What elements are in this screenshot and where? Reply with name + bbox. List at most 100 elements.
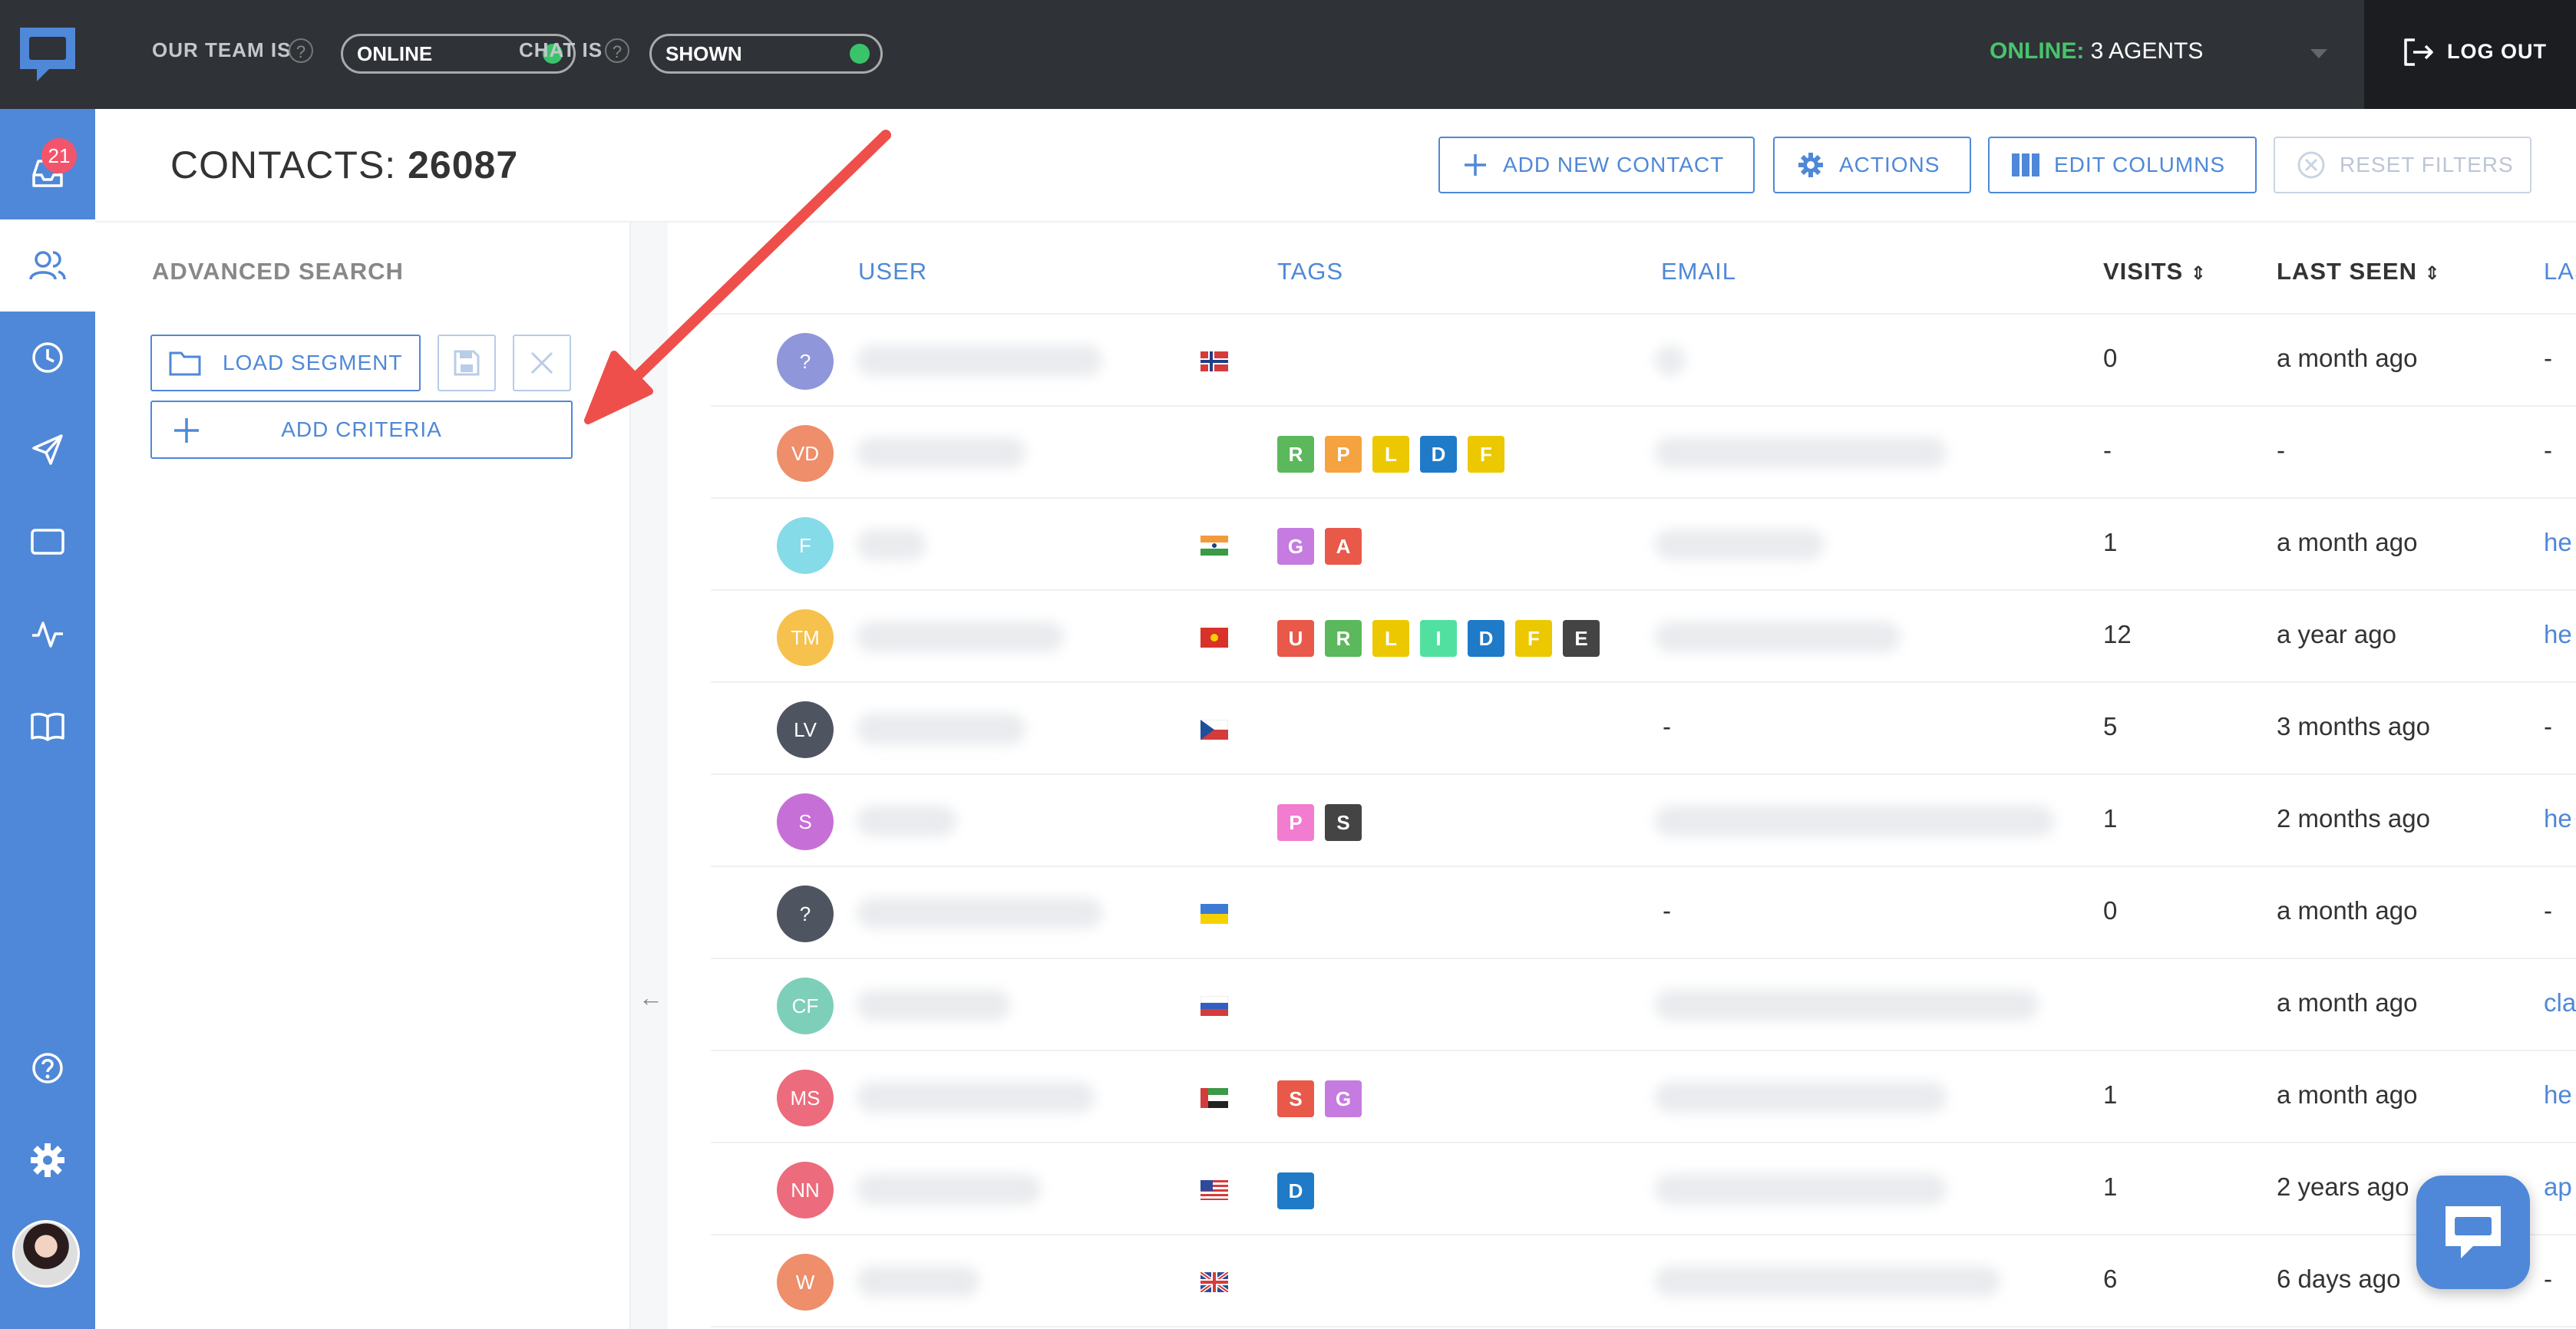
online-label: ONLINE: [1990,38,2085,64]
sidebar-item-send[interactable] [0,404,95,496]
app-logo[interactable] [0,0,95,109]
chat-status-toggle[interactable]: SHOWN [649,34,883,74]
sidebar-item-settings[interactable] [0,1114,95,1206]
columns-icon [2012,153,2039,176]
contact-avatar: ? [777,333,834,390]
tag-badge[interactable]: R [1277,436,1314,473]
contact-name-redacted[interactable] [857,437,1025,468]
reset-filters-button[interactable]: RESET FILTERS [2274,137,2531,193]
tag-badge[interactable]: D [1420,436,1457,473]
table-row[interactable]: CF a month ago cla [711,959,2576,1051]
table-row[interactable]: NN D 1 2 years ago ap [711,1143,2576,1235]
screen-icon [31,529,64,555]
add-criteria-button[interactable]: ADD CRITERIA [150,401,573,459]
contact-last-seen: a month ago [2277,528,2418,556]
user-avatar[interactable] [12,1220,80,1288]
tag-badge[interactable]: U [1277,620,1314,657]
country-flag-icon [1200,628,1228,648]
contact-visits: 0 [2103,896,2118,925]
tag-badge[interactable]: D [1468,620,1504,657]
tag-badge[interactable]: E [1563,620,1600,657]
sidebar-item-activity[interactable] [0,588,95,680]
topbar: OUR TEAM IS ? ONLINE CHAT IS ? SHOWN ONL… [95,0,2576,109]
tag-badge[interactable]: A [1325,528,1362,565]
column-header-last[interactable]: LAS [2544,258,2576,285]
contact-name-redacted[interactable] [857,898,1102,928]
contact-name-redacted[interactable] [857,1174,1041,1205]
clear-segment-button[interactable] [513,335,571,391]
chat-widget-button[interactable] [2416,1176,2530,1289]
contact-last-column[interactable]: he [2544,804,2572,833]
contact-last-seen: a month ago [2277,988,2418,1017]
tag-badge[interactable]: I [1420,620,1457,657]
tag-badge[interactable]: P [1277,804,1314,841]
toggle-dot-icon [850,44,870,64]
load-segment-button[interactable]: LOAD SEGMENT [150,335,421,391]
save-segment-button[interactable] [438,335,496,391]
contact-name-redacted[interactable] [857,345,1102,376]
tag-badge[interactable]: L [1372,620,1409,657]
table-row[interactable]: MS S G 1 a month ago he [711,1051,2576,1143]
contact-name-redacted[interactable] [857,714,1025,744]
add-new-contact-button[interactable]: ADD NEW CONTACT [1438,137,1755,193]
contact-last-column[interactable]: he [2544,528,2572,557]
sidebar-item-help[interactable] [0,1022,95,1114]
online-agents-dropdown[interactable]: ONLINE: 3 AGENTS [1990,38,2203,64]
contact-last-column[interactable]: cla [2544,988,2576,1017]
tag-badge[interactable]: S [1277,1080,1314,1117]
tag-badge[interactable]: F [1468,436,1504,473]
chat-help-icon[interactable]: ? [605,38,629,63]
tag-badge[interactable]: G [1325,1080,1362,1117]
contact-name-redacted[interactable] [857,622,1064,652]
close-icon [530,351,553,374]
tag-badge[interactable]: S [1325,804,1362,841]
tag-badge[interactable]: R [1325,620,1362,657]
tag-badge[interactable]: G [1277,528,1314,565]
chat-bubble-icon [2446,1206,2501,1258]
contact-last-column[interactable]: ap [2544,1172,2572,1202]
table-row[interactable]: TM U R L I D F E 12 a year ago he [711,591,2576,683]
collapse-panel-handle[interactable]: ← [631,223,668,1329]
actions-button[interactable]: ACTIONS [1773,137,1971,193]
contact-avatar: ? [777,885,834,942]
tag-badge[interactable]: D [1277,1172,1314,1209]
contact-visits: 6 [2103,1265,2118,1293]
logout-button[interactable]: LOG OUT [2364,0,2576,109]
tag-badge[interactable]: F [1515,620,1552,657]
sidebar-item-history[interactable] [0,312,95,404]
table-row[interactable]: VD R P L D F - - - [711,407,2576,499]
contact-name-redacted[interactable] [857,1266,979,1297]
contact-avatar: F [777,517,834,574]
column-header-tags[interactable]: TAGS [1277,258,1343,285]
contact-name-redacted[interactable] [857,1082,1095,1113]
chevron-down-icon[interactable] [2310,49,2327,58]
contact-visits: 1 [2103,1172,2118,1201]
contact-name-redacted[interactable] [857,529,926,560]
table-row[interactable]: ? 0 a month ago - [711,315,2576,407]
logout-icon [2404,38,2433,66]
column-header-user[interactable]: USER [858,258,927,285]
visits-label: VISITS [2103,258,2184,285]
contact-avatar: CF [777,978,834,1034]
help-icon [32,1053,63,1083]
sidebar-item-screen[interactable] [0,496,95,588]
contact-name-redacted[interactable] [857,990,1010,1021]
team-help-icon[interactable]: ? [289,38,313,63]
edit-columns-button[interactable]: EDIT COLUMNS [1988,137,2257,193]
column-header-email[interactable]: EMAIL [1661,258,1736,285]
table-row[interactable]: W 6 6 days ago - [711,1235,2576,1327]
contact-name-redacted[interactable] [857,806,956,836]
table-row[interactable]: ? - 0 a month ago - [711,867,2576,959]
contact-last-column[interactable]: he [2544,620,2572,649]
sidebar-item-contacts[interactable] [0,219,95,312]
column-header-visits[interactable]: VISITS ⇕ [2103,258,2207,285]
column-header-last-seen[interactable]: LAST SEEN ⇕ [2277,258,2441,285]
contact-last-column[interactable]: he [2544,1080,2572,1110]
tag-badge[interactable]: P [1325,436,1362,473]
table-row[interactable]: LV - 5 3 months ago - [711,683,2576,775]
table-row[interactable]: SPS12 months ago he [711,775,2576,867]
contact-last-seen: - [2277,436,2285,464]
tag-badge[interactable]: L [1372,436,1409,473]
sidebar-item-book[interactable] [0,680,95,772]
table-row[interactable]: F GA 1 a month ago he [711,499,2576,591]
